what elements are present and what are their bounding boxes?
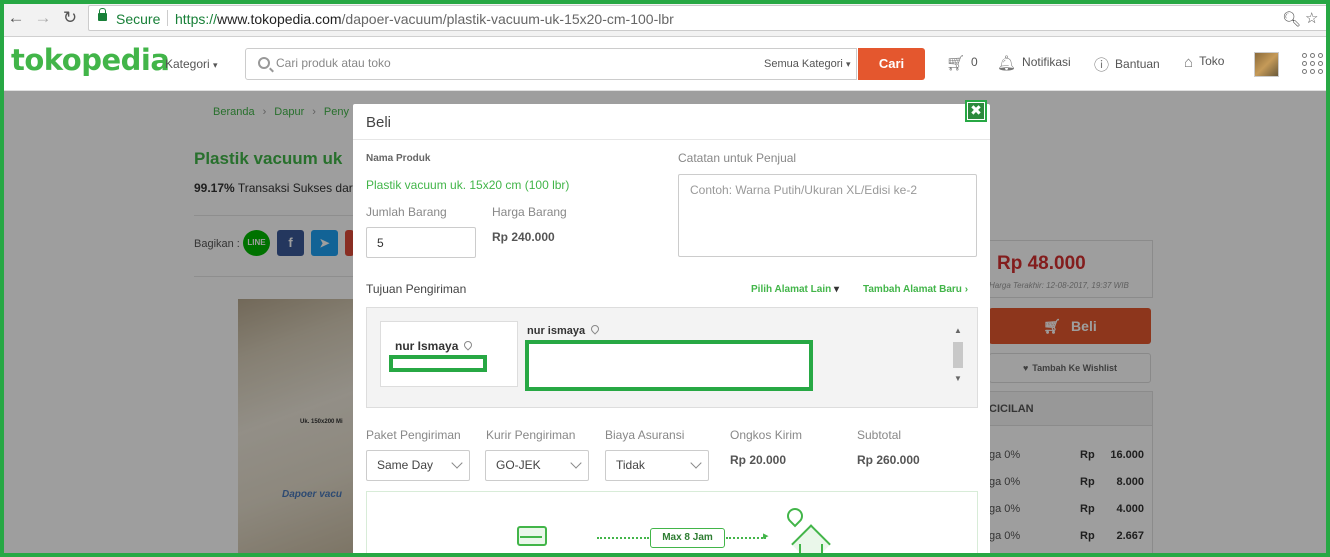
url-scheme: https:// [175,11,218,27]
address-scrollbar[interactable]: ▲ ▼ [951,326,965,388]
chevron-down-icon: ▾ [845,59,851,69]
back-arrow-icon[interactable]: ← [6,8,26,28]
avatar[interactable] [1254,52,1279,77]
address-card-name: nur Ismaya [395,339,459,353]
bantuan-button[interactable]: ⓘ Bantuan [1094,54,1160,75]
shipping-package-label: Paket Pengiriman [366,428,461,442]
kategori-menu[interactable]: Kategori ▾ [165,57,218,71]
item-price-value: Rp 240.000 [492,230,555,244]
notifikasi-button[interactable]: 🔔︎ Notifikasi [997,54,1071,72]
courier-select[interactable]: GO-JEK [485,450,589,481]
subtotal-label: Subtotal [857,428,902,442]
url-path: /dapoer-vacuum/plastik-vacuum-uk-15x20-c… [341,11,674,27]
apps-grid-icon[interactable] [1302,53,1324,75]
shipping-cost-value: Rp 20.000 [730,453,787,467]
cart-count: 0 [971,55,978,69]
quantity-input[interactable] [366,227,476,258]
shipping-destination-label: Tujuan Pengiriman [366,282,467,296]
location-pin-icon [589,323,601,335]
route-dotted-line [597,537,649,539]
search-box[interactable]: Semua Kategori ▾ [245,48,857,80]
chevron-down-icon [690,457,702,469]
search-icon [258,57,270,69]
address-bar[interactable]: Secure https://www.tokopedia.com/dapoer-… [88,5,1328,31]
modal-title: Beli [366,114,392,131]
modal-header: Beli [353,104,990,140]
url-text: https://www.tokopedia.com/dapoer-vacuum/… [175,11,674,27]
secure-label: Secure [116,11,161,27]
site-header: tokopedia Kategori ▾ Semua Kategori ▾ Ca… [0,37,1330,91]
url-host: www.tokopedia.com [217,11,342,27]
notifikasi-label: Notifikasi [1022,55,1071,69]
insurance-value: Tidak [616,458,645,472]
search-button[interactable]: Cari [858,48,925,80]
location-pin-icon [462,339,475,351]
buy-modal: Beli Nama Produk Plastik vacuum uk. 15x2… [353,104,990,557]
kategori-label: Kategori [165,57,210,71]
search-input[interactable] [276,56,716,70]
courier-value: GO-JEK [496,458,541,472]
redaction-box [389,355,487,372]
bantuan-label: Bantuan [1115,57,1160,71]
scroll-down-icon[interactable]: ▼ [954,374,962,383]
route-dotted-line [726,537,766,539]
shipping-package-value: Same Day [377,458,434,472]
quantity-label: Jumlah Barang [366,205,447,219]
shipping-package-select[interactable]: Same Day [366,450,470,481]
search-category-label: Semua Kategori [764,58,843,70]
house-destination-icon [783,504,841,557]
subtotal-value: Rp 260.000 [857,453,920,467]
lock-icon [98,8,107,21]
toko-button[interactable]: ⌂ Toko [1184,54,1224,71]
search-category-select[interactable]: Semua Kategori ▾ [764,58,850,70]
address-card[interactable]: nur Ismaya [380,321,518,387]
help-icon: ⓘ [1094,57,1110,74]
scroll-up-icon[interactable]: ▲ [954,326,962,335]
chevron-down-icon [451,457,463,469]
product-name-link[interactable]: Plastik vacuum uk. 15x20 cm (100 lbr) [366,178,569,192]
address-selector: nur Ismaya nur ismaya ▲ ▼ [366,307,978,408]
address-card-name-row: nur Ismaya [395,339,475,353]
tokopedia-logo[interactable]: tokopedia [11,43,170,77]
max-delivery-time-badge: Max 8 Jam [650,528,725,548]
cart-icon: 🛒︎ [946,55,966,72]
redaction-box [525,340,813,391]
close-icon: ✖ [968,103,984,119]
chevron-down-icon: ▾ [213,60,218,70]
courier-truck-icon [509,520,561,554]
product-name-label: Nama Produk [366,153,431,164]
choose-other-address-link[interactable]: Pilih Alamat Lain ▾ [751,284,839,295]
insurance-label: Biaya Asuransi [605,428,685,442]
bell-icon: 🔔︎ [997,55,1017,72]
address-detail-name-row: nur ismaya [527,323,601,337]
close-modal-button[interactable]: ✖ [965,100,987,122]
forward-arrow-icon[interactable]: → [33,8,53,28]
address-detail-name: nur ismaya [527,325,586,337]
seller-note-label: Catatan untuk Penjual [678,151,797,165]
cart-button[interactable]: 🛒︎ 0 [946,54,978,72]
arrow-right-icon: ▸ [763,530,769,542]
toko-label: Toko [1199,54,1225,68]
seller-note-input[interactable] [678,174,977,257]
add-new-address-link[interactable]: Tambah Alamat Baru › [863,284,968,295]
reload-icon[interactable]: ↻ [60,8,80,28]
item-price-label: Harga Barang [492,205,567,219]
caret-down-icon: ▾ [833,284,840,295]
scroll-thumb[interactable] [953,342,963,368]
insurance-select[interactable]: Tidak [605,450,709,481]
choose-other-address-label: Pilih Alamat Lain [751,284,832,295]
chevron-down-icon [570,457,582,469]
chevron-right-icon: › [964,284,969,295]
shipping-cost-label: Ongkos Kirim [730,428,803,442]
add-new-address-label: Tambah Alamat Baru [863,284,962,295]
store-icon: ⌂ [1184,54,1194,71]
star-icon[interactable]: ☆ [1305,9,1318,27]
browser-toolbar: ← → ↻ Secure https://www.tokopedia.com/d… [0,0,1330,37]
zoom-icon[interactable]: 🔍︎ [1282,10,1301,28]
delivery-estimate-banner: Max 8 Jam ▸ [366,491,978,557]
address-separator [167,10,168,26]
courier-label: Kurir Pengiriman [486,428,576,442]
